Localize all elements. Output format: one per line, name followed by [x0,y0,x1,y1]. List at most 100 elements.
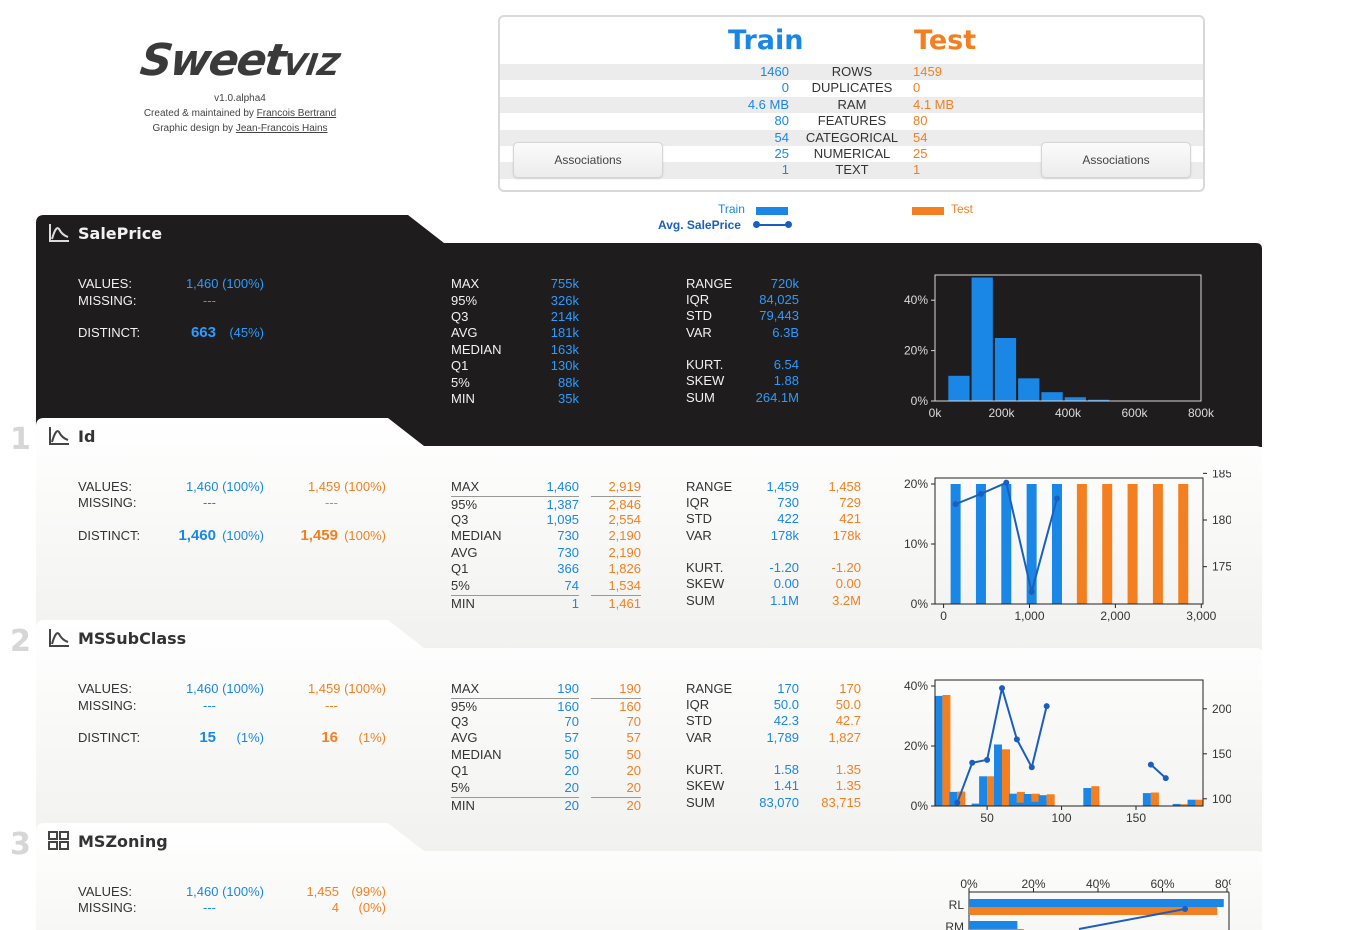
designer-link[interactable]: Jean-Francois Hains [236,123,328,134]
test-bar [942,695,951,806]
distinct-test-pct: (1%) [358,730,386,745]
y-tick-label: 20% [904,344,928,358]
train-bar [1026,484,1037,604]
stat-test-value: 50.0 [835,697,861,712]
quantile-train-value: 130k [550,358,579,373]
quantile-label: MEDIAN [451,342,502,357]
summary-row: 1460 ROWS 1459 [500,64,1203,81]
test-bar [1091,786,1100,806]
y-tick-label: 40% [904,293,928,307]
train-bar [1031,801,1040,806]
quantile-label: AVG [451,545,478,560]
summary-train-value: 1 [781,162,789,178]
stat-train-value: 730 [777,495,799,510]
shape-test-value: 3.2M [832,593,861,608]
quantile-train-value: 20 [521,797,579,814]
distinct-label: DISTINCT: [78,730,141,745]
missing-test-pct: (0%) [358,900,386,915]
values-test: 1,459 (100%) [307,681,386,696]
logo-version: v1.0.alpha4 [214,93,266,104]
mssubclass-histogram[interactable]: 501001500%20%40%100k150k200k [891,672,1231,832]
y-tick-label: 10% [904,537,928,551]
shape-train-value: -1.20 [769,560,799,575]
quantile-test-value: 190 [619,681,641,696]
histogram-bar [971,277,993,401]
train-bar [1142,793,1151,806]
stat-train-value: 1,459 [766,479,799,494]
distinct-train: 663 [190,324,216,341]
quantile-label: MIN [451,797,531,814]
quantile-test-value: 1,461 [591,595,641,612]
train-bar [969,899,1224,907]
quantile-label: MAX [451,276,480,291]
author-link[interactable]: Francois Bertrand [257,108,336,119]
quantile-train-value: 181k [550,325,579,340]
shape-test-value: -1.20 [831,560,861,575]
logo-design-credits: Graphic design by Jean-Francois Hains [152,123,328,134]
quantile-label: 95% [451,496,531,513]
train-bar [979,776,988,806]
avg-saleprice-point [977,490,984,497]
shape-test-value: 83,715 [821,795,861,810]
stat-test-value: 170 [839,681,861,696]
values-train: 1,460 (100%) [185,884,264,899]
avg-saleprice-point [1028,588,1035,595]
quantile-label: MIN [451,391,475,406]
y2-tick-label: 180k [1212,513,1231,527]
categorical-feature-icon [48,831,69,850]
quantile-train-value: 20 [564,780,579,795]
quantile-test-value: 2,190 [608,528,641,543]
train-bar [1023,794,1032,806]
test-bar [969,907,1218,915]
missing-test: --- [325,495,338,510]
sweetviz-logo: SweetVIZ v1.0.alpha4 Created & maintaine… [137,35,342,136]
id-histogram[interactable]: 01,0002,0003,0000%10%20%175k180k185k [891,470,1231,630]
summary-row-label: RAM [837,96,867,112]
quantile-train-value: 35k [558,391,579,406]
test-bar [987,776,996,806]
quantile-train-value: 214k [550,309,579,324]
numeric-feature-icon [49,224,69,242]
shape-train-value: 1.1M [770,593,799,608]
quantile-label: Q1 [451,358,469,373]
y-tick-label: 40% [904,679,928,693]
summary-train-value: 0 [781,80,789,96]
distinct-train-pct: (45%) [229,325,264,340]
stat-test-value: 1,827 [828,730,861,745]
legend-train-swatch [756,207,788,215]
quantile-label: MAX [451,479,480,494]
quantile-train-value: 1,460 [546,479,579,494]
mszoning-bar-chart[interactable]: 0%20%40%60%80%RLRM [891,875,1231,930]
summary-row-label: ROWS [831,64,873,79]
quantile-test-value: 1,534 [608,578,641,593]
quantile-label: 5% [451,375,470,390]
quantile-train-value: 163k [550,342,579,357]
feature-title: SalePrice [78,224,163,243]
associations-train-button[interactable]: Associations [513,142,663,178]
distinct-test: 16 [321,729,338,746]
missing-label: MISSING: [78,698,137,713]
train-bar [975,484,986,604]
missing-label: MISSING: [78,495,137,510]
missing-train: --- [203,698,216,713]
y-tick-label: 0% [911,394,929,408]
stat-train-value: 720k [770,276,799,291]
avg-saleprice-point [952,501,959,508]
logo-wordmark: SweetVIZ [137,35,342,86]
shape-train-value: 1.58 [773,762,799,777]
quantile-test-value: 2,190 [608,545,641,560]
saleprice-histogram[interactable]: 0k 200k 400k 600k 800k0%20%40% [891,267,1221,427]
logo-credits: Created & maintained by Francois Bertran… [143,108,337,119]
values-test-pct: (99%) [351,884,386,899]
feature-title: MSZoning [78,832,168,851]
stat-train-value: 79,443 [759,308,799,323]
x-tick-label: 80% [1215,877,1231,891]
associations-test-button[interactable]: Associations [1041,142,1191,178]
y2-tick-label: 150k [1212,747,1231,761]
avg-saleprice-line [1150,763,1167,779]
quantile-label: Q3 [451,309,469,324]
summary-test-value: 1 [913,162,921,178]
stat-test-value: 1,458 [828,479,861,494]
summary-test-value: 4.1 MB [913,96,955,112]
quantile-test-value: 70 [626,714,641,729]
